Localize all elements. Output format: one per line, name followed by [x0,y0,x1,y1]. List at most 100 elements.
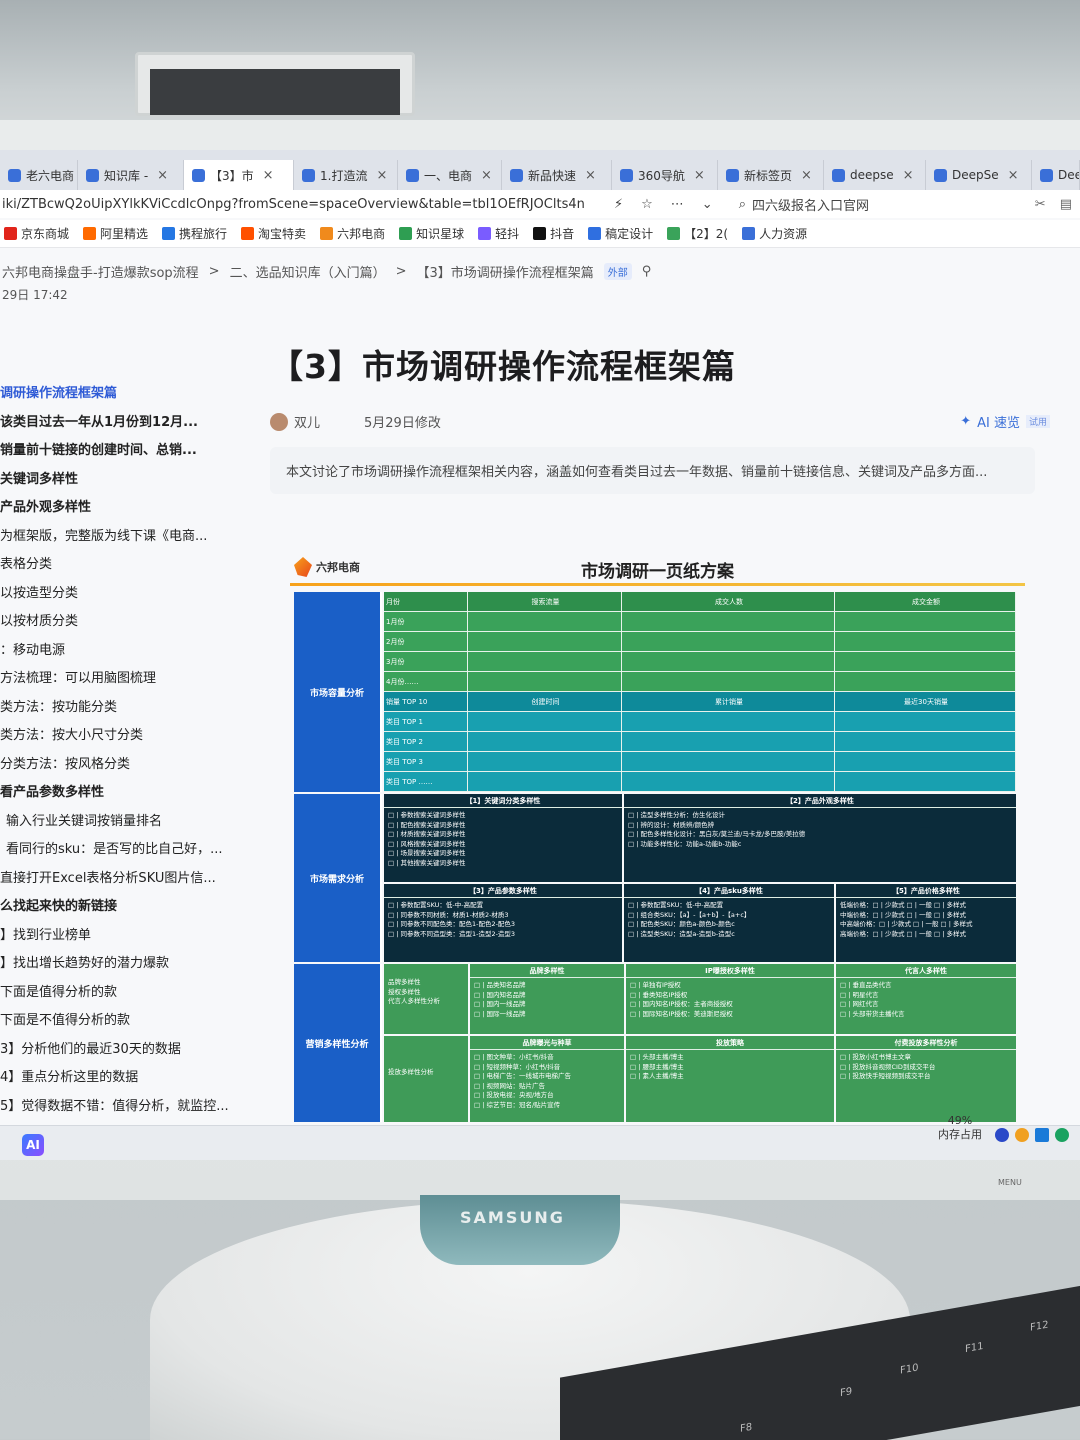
toc-item[interactable]: 下面是值得分析的款 [0,979,250,1008]
bookmark-item[interactable]: 携程旅行 [162,225,227,242]
section-heading: 品牌曝光与种草 [470,1036,624,1050]
close-icon[interactable]: × [585,168,596,183]
bookmark-item[interactable]: 稿定设计 [588,225,653,242]
toc-item[interactable]: 表格分类 [0,551,250,580]
toc-item[interactable]: 类方法：按大小尺寸分类 [0,722,250,751]
toc-item[interactable]: 看产品参数多样性 [0,779,250,808]
chevron-down-icon[interactable]: ⌄ [702,197,713,212]
toc-item[interactable]: 以按造型分类 [0,580,250,609]
bookmark-item[interactable]: 轻抖 [478,225,519,242]
bookmark-item[interactable]: 六邦电商 [320,225,385,242]
block-line: 品牌多样性 [388,978,421,986]
toc-item[interactable]: 3】分析他们的最近30天的数据 [0,1036,250,1065]
tray-app-icon[interactable] [995,1128,1009,1142]
external-badge: 外部 [603,262,632,280]
pin-icon[interactable]: ⚲ [642,264,652,279]
close-icon[interactable]: × [157,168,168,183]
toc-item[interactable]: 】找出增长趋势好的潜力爆款 [0,950,250,979]
toc-item[interactable]: 方法梳理：可以用脑图梳理 [0,665,250,694]
close-icon[interactable]: × [1008,168,1019,183]
browser-tab[interactable]: 新标签页 × [718,160,824,190]
bookmark-item[interactable]: 抖音 [533,225,574,242]
bookmark-item[interactable]: 知识星球 [399,225,464,242]
bookmark-favicon-icon [320,227,334,240]
block-line: □ | 国内一线品牌 [474,1000,526,1008]
block-line: 授权多样性 [388,987,421,996]
toc-item[interactable]: 关键词多样性 [0,466,250,495]
table-of-contents: 调研操作流程框架篇 该类目过去一年从1月份到12月... 销量前十链接的创建时间、总… [0,380,250,1150]
close-icon[interactable]: × [376,168,387,183]
ai-brief-button[interactable]: ✦ AI 速览 试用 [960,412,1050,431]
close-icon[interactable]: × [801,168,812,183]
star-bookmark-icon[interactable]: ☆ [641,197,653,212]
close-icon[interactable]: × [263,168,274,183]
toc-item[interactable]: 以按材质分类 [0,608,250,637]
avatar[interactable] [270,412,288,431]
browser-tab[interactable]: DeepSe × [926,160,1032,190]
toc-item[interactable]: ：移动电源 [0,637,250,666]
infographic-title: 市场调研一页纸方案 [581,562,734,582]
toc-item[interactable]: 类方法：按功能分类 [0,694,250,723]
block-line: □ | 垂类知名IP授权 [630,990,688,999]
block-line: 中高端价格：□ | 少款式 □ | 一般 □ | 多样式 [840,920,973,928]
bookmark-item[interactable]: 淘宝特卖 [241,225,306,242]
tray-app-icon[interactable] [1015,1128,1029,1142]
browser-tab[interactable]: 新品快速 × [502,160,612,190]
browser-tab[interactable]: 360导航 × [612,160,718,190]
bookmark-favicon-icon [533,227,547,240]
toc-item[interactable]: 看同行的sku：是否写的比自己好，... [0,836,250,865]
toc-item[interactable]: 5】觉得数据不错：值得分析，就监控... [0,1093,250,1122]
toc-item[interactable]: 该类目过去一年从1月份到12月... [0,409,250,438]
tray-app-icon[interactable] [1055,1128,1069,1142]
block-line: □ | 明星代言 [840,990,879,999]
scissors-icon[interactable]: ✂ [1035,197,1046,212]
toc-item[interactable]: 分类方法：按风格分类 [0,751,250,780]
bookmark-item[interactable]: 【2】2( [667,225,728,242]
toc-item[interactable]: 为框架版，完整版为线下课《电商... [0,523,250,552]
block-line: □ | 头部主播/博主 [630,1053,684,1061]
bookmark-item[interactable]: 阿里精选 [83,225,148,242]
breadcrumb-item[interactable]: 【3】市场调研操作流程框架篇 [417,262,594,281]
block-line: □ | 辨的设计：材质辨/颜色辨 [628,820,715,829]
toc-item[interactable]: 么找起来快的新链接 [0,893,250,922]
breadcrumb-item[interactable]: 二、选品知识库（入门篇） [230,262,386,281]
data-cell [468,632,622,652]
block-line: □ | 投放小红书博主文章 [840,1053,911,1061]
toc-item[interactable]: 销量前十链接的创建时间、总销... [0,437,250,466]
monitor-brand-logo: SAMSUNG [460,1208,565,1227]
browser-tab[interactable]: 老六电商× [0,160,78,190]
breadcrumb-item[interactable]: 六邦电商操盘手-打造爆款sop流程 [2,262,199,281]
browser-tab[interactable]: deepse × [824,160,926,190]
close-icon[interactable]: × [903,168,914,183]
browser-tab[interactable]: 【3】市 × [184,160,294,190]
toc-item[interactable]: 】找到行业榜单 [0,922,250,951]
toc-item[interactable]: 下面是不值得分析的款 [0,1007,250,1036]
close-icon[interactable]: × [481,168,492,183]
browser-tab[interactable]: 知识库 - × [78,160,184,190]
toc-item[interactable]: 4】重点分析这里的数据 [0,1064,250,1093]
more-icon[interactable]: ⋯ [671,197,684,212]
tab-label: 新品快速 [528,168,577,183]
close-icon[interactable]: × [694,168,705,183]
toc-item[interactable]: 产品外观多样性 [0,494,250,523]
url-field[interactable]: iki/ZTBcwQ2oUipXYlkKViCcdlcOnpg?fromScen… [0,197,600,212]
browser-tab[interactable]: 1.打造流 × [294,160,398,190]
ai-brief-label: AI 速览 [977,416,1020,431]
author-name[interactable]: 双儿 [294,412,320,431]
toc-item[interactable]: 输入行业关键词按销量排名 [0,808,250,837]
tray-app-icon[interactable] [1035,1128,1049,1142]
tab-label: 360导航 [638,168,685,183]
block-line: 中端价格：□ | 少款式 □ | 一般 □ | 多样式 [840,910,967,919]
bookmark-item[interactable]: 京东商城 [4,225,69,242]
toc-item[interactable]: 调研操作流程框架篇 [0,380,250,409]
bookmark-item[interactable]: 人力资源 [742,225,807,242]
search-box[interactable]: ⌕ 四六级报名入口官网 [739,195,869,214]
info-block: 投放多样性分析 [384,1036,468,1122]
bookmark-label: 【2】2( [684,227,729,241]
lightning-icon[interactable]: ⚡ [614,197,623,212]
browser-tab[interactable]: Dee [1032,160,1080,190]
toc-item[interactable]: 直接打开Excel表格分析SKU图片信... [0,865,250,894]
extension-icon[interactable]: ▤ [1060,197,1072,212]
browser-tab[interactable]: 一、电商 × [398,160,502,190]
ai-assistant-button[interactable]: AI [22,1134,44,1156]
